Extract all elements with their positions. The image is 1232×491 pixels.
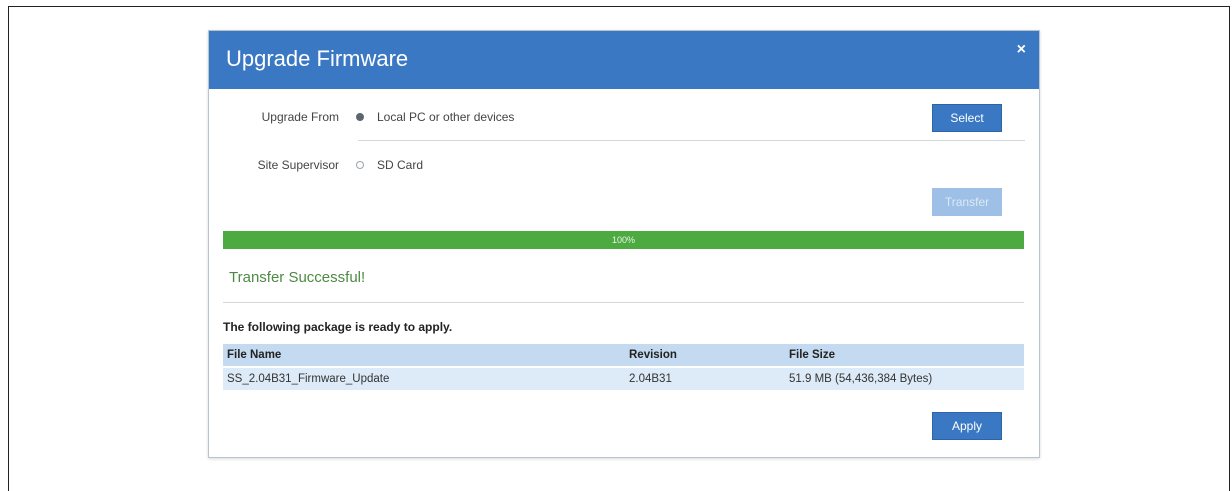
- column-header-file-name: File Name: [227, 349, 282, 361]
- progress-label: 100%: [611, 235, 636, 245]
- column-header-revision: Revision: [629, 349, 677, 361]
- radio-sd-card-label[interactable]: SD Card: [377, 158, 423, 172]
- dialog-title: Upgrade Firmware: [226, 46, 409, 71]
- divider: [223, 302, 1024, 303]
- select-button[interactable]: Select: [932, 104, 1002, 132]
- package-table: File Name Revision File Size SS_2.04B31_…: [223, 344, 1024, 390]
- package-ready-text: The following package is ready to apply.: [223, 320, 453, 334]
- table-header-row: File Name Revision File Size: [223, 344, 1024, 366]
- transfer-button[interactable]: Transfer: [932, 188, 1002, 216]
- transfer-status-message: Transfer Successful!: [229, 269, 366, 286]
- radio-local-pc[interactable]: [356, 113, 364, 121]
- upgrade-from-label: Upgrade From: [261, 110, 339, 124]
- site-supervisor-label: Site Supervisor: [257, 158, 339, 172]
- cell-revision: 2.04B31: [629, 373, 672, 385]
- dialog-header: Upgrade Firmware ×: [209, 31, 1039, 89]
- cell-file-size: 51.9 MB (54,436,384 Bytes): [789, 373, 933, 385]
- upgrade-firmware-dialog: Upgrade Firmware × Upgrade From Local PC…: [208, 30, 1040, 458]
- close-icon[interactable]: ×: [1017, 42, 1026, 58]
- column-header-file-size: File Size: [789, 349, 836, 361]
- apply-button[interactable]: Apply: [932, 412, 1002, 440]
- transfer-progress-bar: 100%: [223, 231, 1024, 249]
- radio-sd-card[interactable]: [356, 161, 364, 169]
- table-row[interactable]: SS_2.04B31_Firmware_Update 2.04B31 51.9 …: [223, 368, 1024, 390]
- cell-file-name: SS_2.04B31_Firmware_Update: [227, 373, 390, 385]
- file-path-underline: [358, 140, 1025, 141]
- radio-local-pc-label[interactable]: Local PC or other devices: [377, 110, 514, 124]
